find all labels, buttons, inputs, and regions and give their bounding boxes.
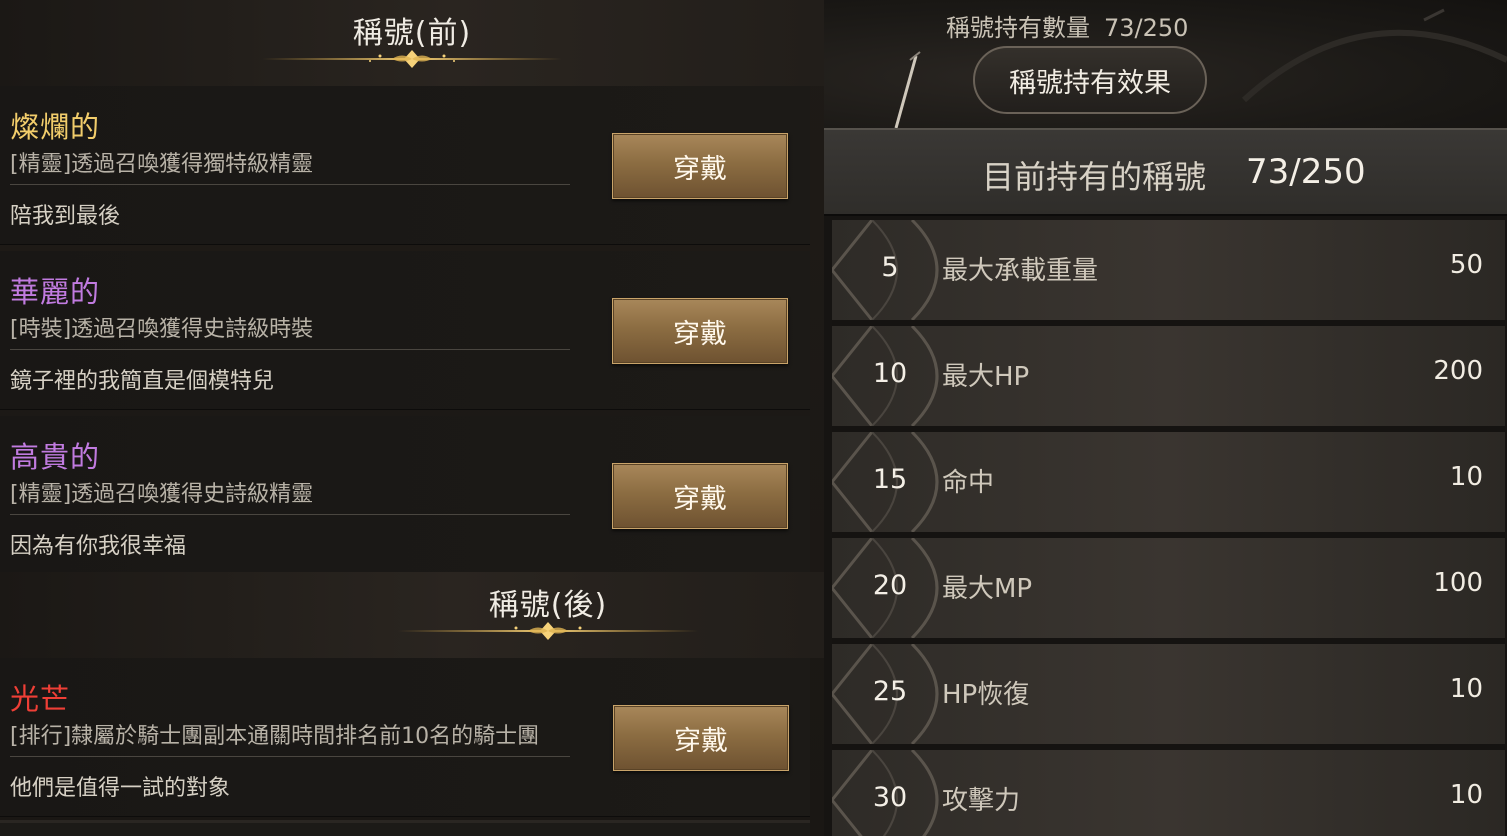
- reward-stat: 最大MP: [942, 574, 1033, 604]
- divider: [10, 514, 570, 515]
- next-card-edge: [0, 820, 810, 836]
- equip-button[interactable]: 穿戴: [612, 133, 788, 199]
- reward-value: 10: [1449, 462, 1483, 492]
- divider: [10, 184, 570, 185]
- reward-level: 5: [881, 252, 899, 283]
- title-flavor-text: 他們是值得一試的對象: [10, 776, 231, 801]
- title-card: 燦爛的 [精靈]透過召喚獲得獨特級精靈 陪我到最後 穿戴: [0, 86, 810, 245]
- reward-level: 10: [872, 358, 908, 389]
- title-card: 高貴的 [精靈]透過召喚獲得史詩級精靈 因為有你我很幸福 穿戴: [0, 416, 810, 575]
- reward-stat: HP恢復: [942, 680, 1030, 710]
- reward-level: 15: [872, 464, 908, 495]
- reward-row: 5 最大承載重量 50: [832, 220, 1505, 326]
- equip-button[interactable]: 穿戴: [613, 705, 789, 771]
- title-count-line: 稱號持有數量 73/250: [946, 8, 1188, 43]
- owned-titles-header: 目前持有的稱號 73/250: [824, 128, 1507, 216]
- title-flavor-text: 陪我到最後: [10, 204, 121, 229]
- title-flavor-text: 因為有你我很幸福: [10, 534, 187, 559]
- equip-button[interactable]: 穿戴: [612, 463, 788, 529]
- reward-stat: 最大承載重量: [942, 256, 1099, 286]
- title-card: 華麗的 [時裝]透過召喚獲得史詩級時裝 鏡子裡的我簡直是個模特兒 穿戴: [0, 251, 810, 410]
- title-effect-panel: 稱號持有數量 73/250 稱號持有效果 目前持有的稱號 73/250 5 最大承…: [824, 0, 1507, 836]
- suffix-section-header: 稱號(後): [0, 572, 824, 658]
- gold-ornament-icon: [262, 50, 562, 68]
- title-card: 光芒 [排行]隸屬於騎士團副本通關時間排名前10名的騎士團 他們是值得一試的對象…: [0, 658, 810, 817]
- title-name: 華麗的: [10, 275, 101, 309]
- divider: [10, 756, 570, 757]
- reward-stat: 攻擊力: [942, 786, 1021, 816]
- reward-value: 10: [1449, 780, 1483, 810]
- title-name: 燦爛的: [10, 110, 101, 144]
- title-acquire-desc: [時裝]透過召喚獲得史詩級時裝: [10, 317, 314, 342]
- prefix-section-header: 稱號(前): [0, 0, 824, 86]
- reward-level: 20: [872, 570, 908, 601]
- reward-row: 20 最大MP 100: [832, 538, 1505, 644]
- title-acquire-desc: [精靈]透過召喚獲得獨特級精靈: [10, 152, 314, 177]
- title-name: 高貴的: [10, 440, 101, 474]
- gold-ornament-icon: [398, 622, 698, 640]
- title-flavor-text: 鏡子裡的我簡直是個模特兒: [10, 369, 275, 394]
- equip-button[interactable]: 穿戴: [612, 298, 788, 364]
- divider: [10, 349, 570, 350]
- reward-row: 25 HP恢復 10: [832, 644, 1505, 750]
- owned-titles-label: 目前持有的稱號: [982, 158, 1207, 196]
- title-count-label: 稱號持有數量: [946, 14, 1090, 42]
- reward-value: 200: [1433, 356, 1483, 386]
- reward-level: 30: [872, 782, 908, 813]
- title-acquire-desc: [排行]隸屬於騎士團副本通關時間排名前10名的騎士團: [10, 724, 540, 749]
- title-list-panel: 稱號(前) 燦爛的 [精靈]透過召喚獲得獨特級精靈 陪我到最後 穿戴 華麗的 […: [0, 0, 824, 836]
- owned-titles-value: 73/250: [1246, 152, 1366, 192]
- reward-row: 15 命中 10: [832, 432, 1505, 538]
- title-effect-button[interactable]: 稱號持有效果: [973, 46, 1207, 114]
- reward-stat: 最大HP: [942, 362, 1030, 392]
- reward-value: 100: [1433, 568, 1483, 598]
- title-acquire-desc: [精靈]透過召喚獲得史詩級精靈: [10, 482, 314, 507]
- title-name: 光芒: [10, 682, 71, 716]
- reward-stat: 命中: [942, 468, 995, 498]
- reward-value: 10: [1449, 674, 1483, 704]
- reward-row: 10 最大HP 200: [832, 326, 1505, 432]
- title-count-value: 73/250: [1104, 14, 1189, 42]
- reward-level: 25: [872, 676, 908, 707]
- reward-value: 50: [1449, 250, 1483, 280]
- reward-row: 30 攻擊力 10: [832, 750, 1505, 836]
